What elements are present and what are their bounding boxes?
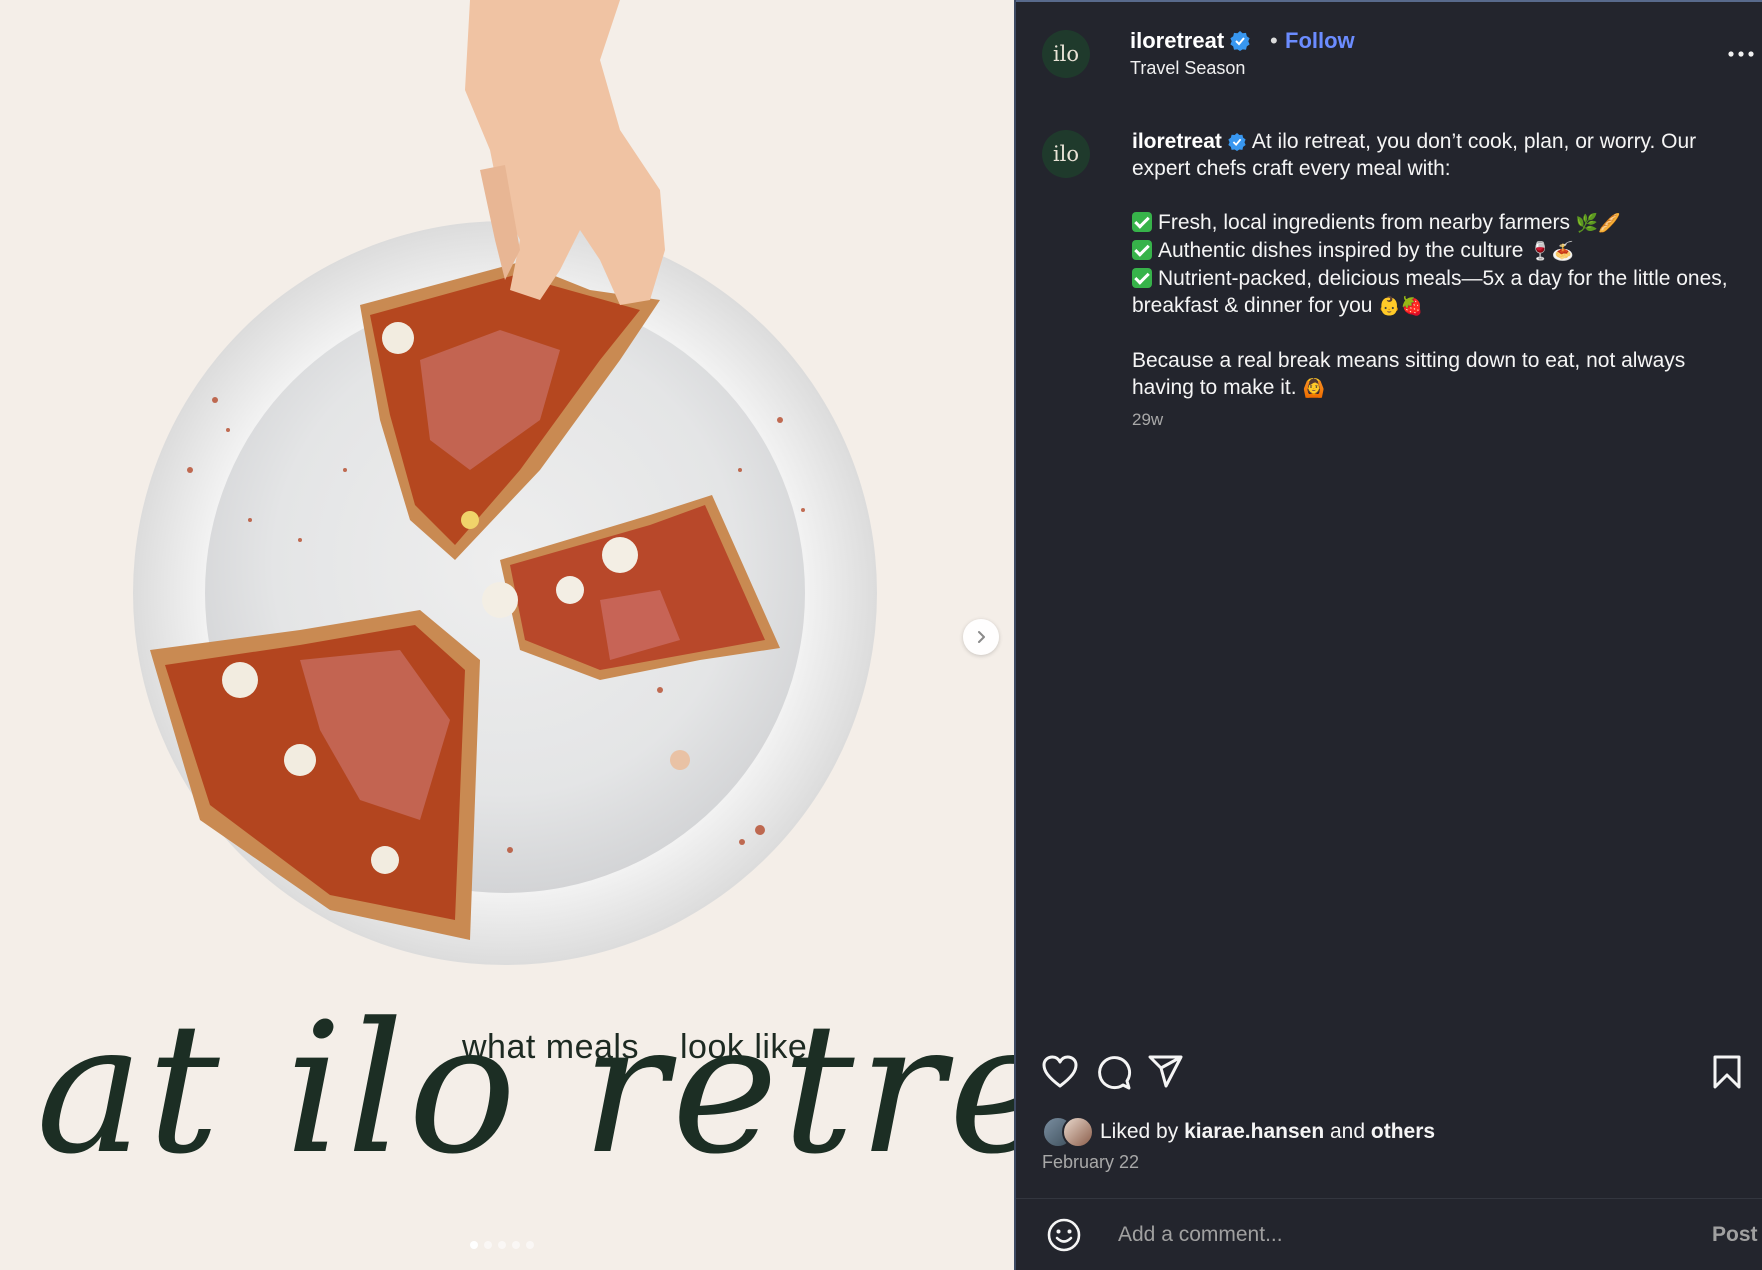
carousel-dot[interactable]	[512, 1241, 520, 1249]
post-image[interactable]: what meals look like at ilo retreat	[0, 0, 1014, 1270]
verified-badge-icon	[1228, 133, 1246, 151]
header-subtitle[interactable]: Travel Season	[1130, 58, 1245, 79]
liked-by-user[interactable]: kiarae.hansen	[1184, 1120, 1324, 1144]
caption-timestamp[interactable]: 29w	[1132, 410, 1163, 430]
carousel-next-button[interactable]	[963, 619, 999, 655]
emoji: 🌿🥖	[1575, 213, 1621, 233]
divider	[1016, 1198, 1762, 1199]
caption-avatar[interactable]: ilo	[1042, 130, 1090, 178]
carousel-dot[interactable]	[526, 1241, 534, 1249]
avatar[interactable]	[1062, 1116, 1094, 1148]
overlay-text-at-ilo-retreat: at ilo retreat	[36, 985, 1014, 1194]
header-separator: •	[1270, 28, 1278, 53]
emoji: 👶🍓	[1378, 296, 1424, 316]
more-horizontal-icon[interactable]	[1728, 50, 1754, 58]
post-date[interactable]: February 22	[1042, 1152, 1139, 1173]
check-icon	[1132, 212, 1152, 232]
likes-others-link[interactable]: others	[1371, 1120, 1435, 1144]
emoji: 🙆	[1302, 378, 1325, 398]
avatar[interactable]: ilo	[1042, 30, 1090, 78]
caption-text: iloretreat At ilo retreat, you don’t cook…	[1132, 128, 1732, 402]
post-side-panel: ilo iloretreat • Follow Travel Season il…	[1014, 0, 1762, 1270]
follow-button[interactable]: Follow	[1285, 28, 1355, 54]
carousel-dot[interactable]	[498, 1241, 506, 1249]
caption-bullet: Fresh, local ingredients from nearby far…	[1132, 209, 1732, 237]
check-icon	[1132, 240, 1152, 260]
send-icon[interactable]	[1148, 1055, 1184, 1089]
comment-icon[interactable]	[1096, 1055, 1132, 1091]
header-username-text[interactable]: iloretreat	[1130, 28, 1224, 53]
carousel-dot[interactable]	[484, 1241, 492, 1249]
header-username[interactable]: iloretreat	[1130, 28, 1250, 54]
caption-bullet-text: Fresh, local ingredients from nearby far…	[1158, 211, 1570, 234]
avatar-text: ilo	[1052, 142, 1080, 166]
carousel-dots	[470, 1241, 534, 1249]
caption-closing: Because a real break means sitting down …	[1132, 349, 1686, 399]
chevron-right-icon	[978, 631, 985, 643]
comment-bar: Post	[1042, 1213, 1758, 1257]
caption-bullet-text: Authentic dishes inspired by the culture	[1158, 239, 1524, 262]
panel-top-border	[1016, 0, 1762, 2]
caption-username[interactable]: iloretreat	[1132, 130, 1222, 153]
heart-icon[interactable]	[1042, 1055, 1078, 1089]
caption-bullet-text: Nutrient-packed, delicious meals—5x a da…	[1132, 267, 1728, 317]
verified-badge-icon	[1230, 31, 1250, 51]
smiley-icon[interactable]	[1046, 1217, 1082, 1253]
post-comment-button[interactable]: Post	[1712, 1223, 1758, 1247]
likes-and: and	[1330, 1120, 1366, 1143]
bookmark-icon[interactable]	[1712, 1055, 1742, 1089]
carousel-dot[interactable]	[470, 1241, 478, 1249]
caption-bullet: Nutrient-packed, delicious meals—5x a da…	[1132, 265, 1732, 320]
avatar-text: ilo	[1052, 42, 1080, 66]
post-header: ilo iloretreat • Follow Travel Season	[1042, 28, 1754, 86]
check-icon	[1132, 268, 1152, 288]
caption-bullet: Authentic dishes inspired by the culture…	[1132, 237, 1732, 265]
post-actions	[1042, 1055, 1742, 1095]
comment-input[interactable]	[1116, 1217, 1660, 1253]
emoji: 🍷🍝	[1529, 241, 1575, 261]
likes-prefix: Liked by	[1100, 1120, 1179, 1143]
likes-row: Liked by kiarae.hansen and others	[1042, 1116, 1435, 1148]
